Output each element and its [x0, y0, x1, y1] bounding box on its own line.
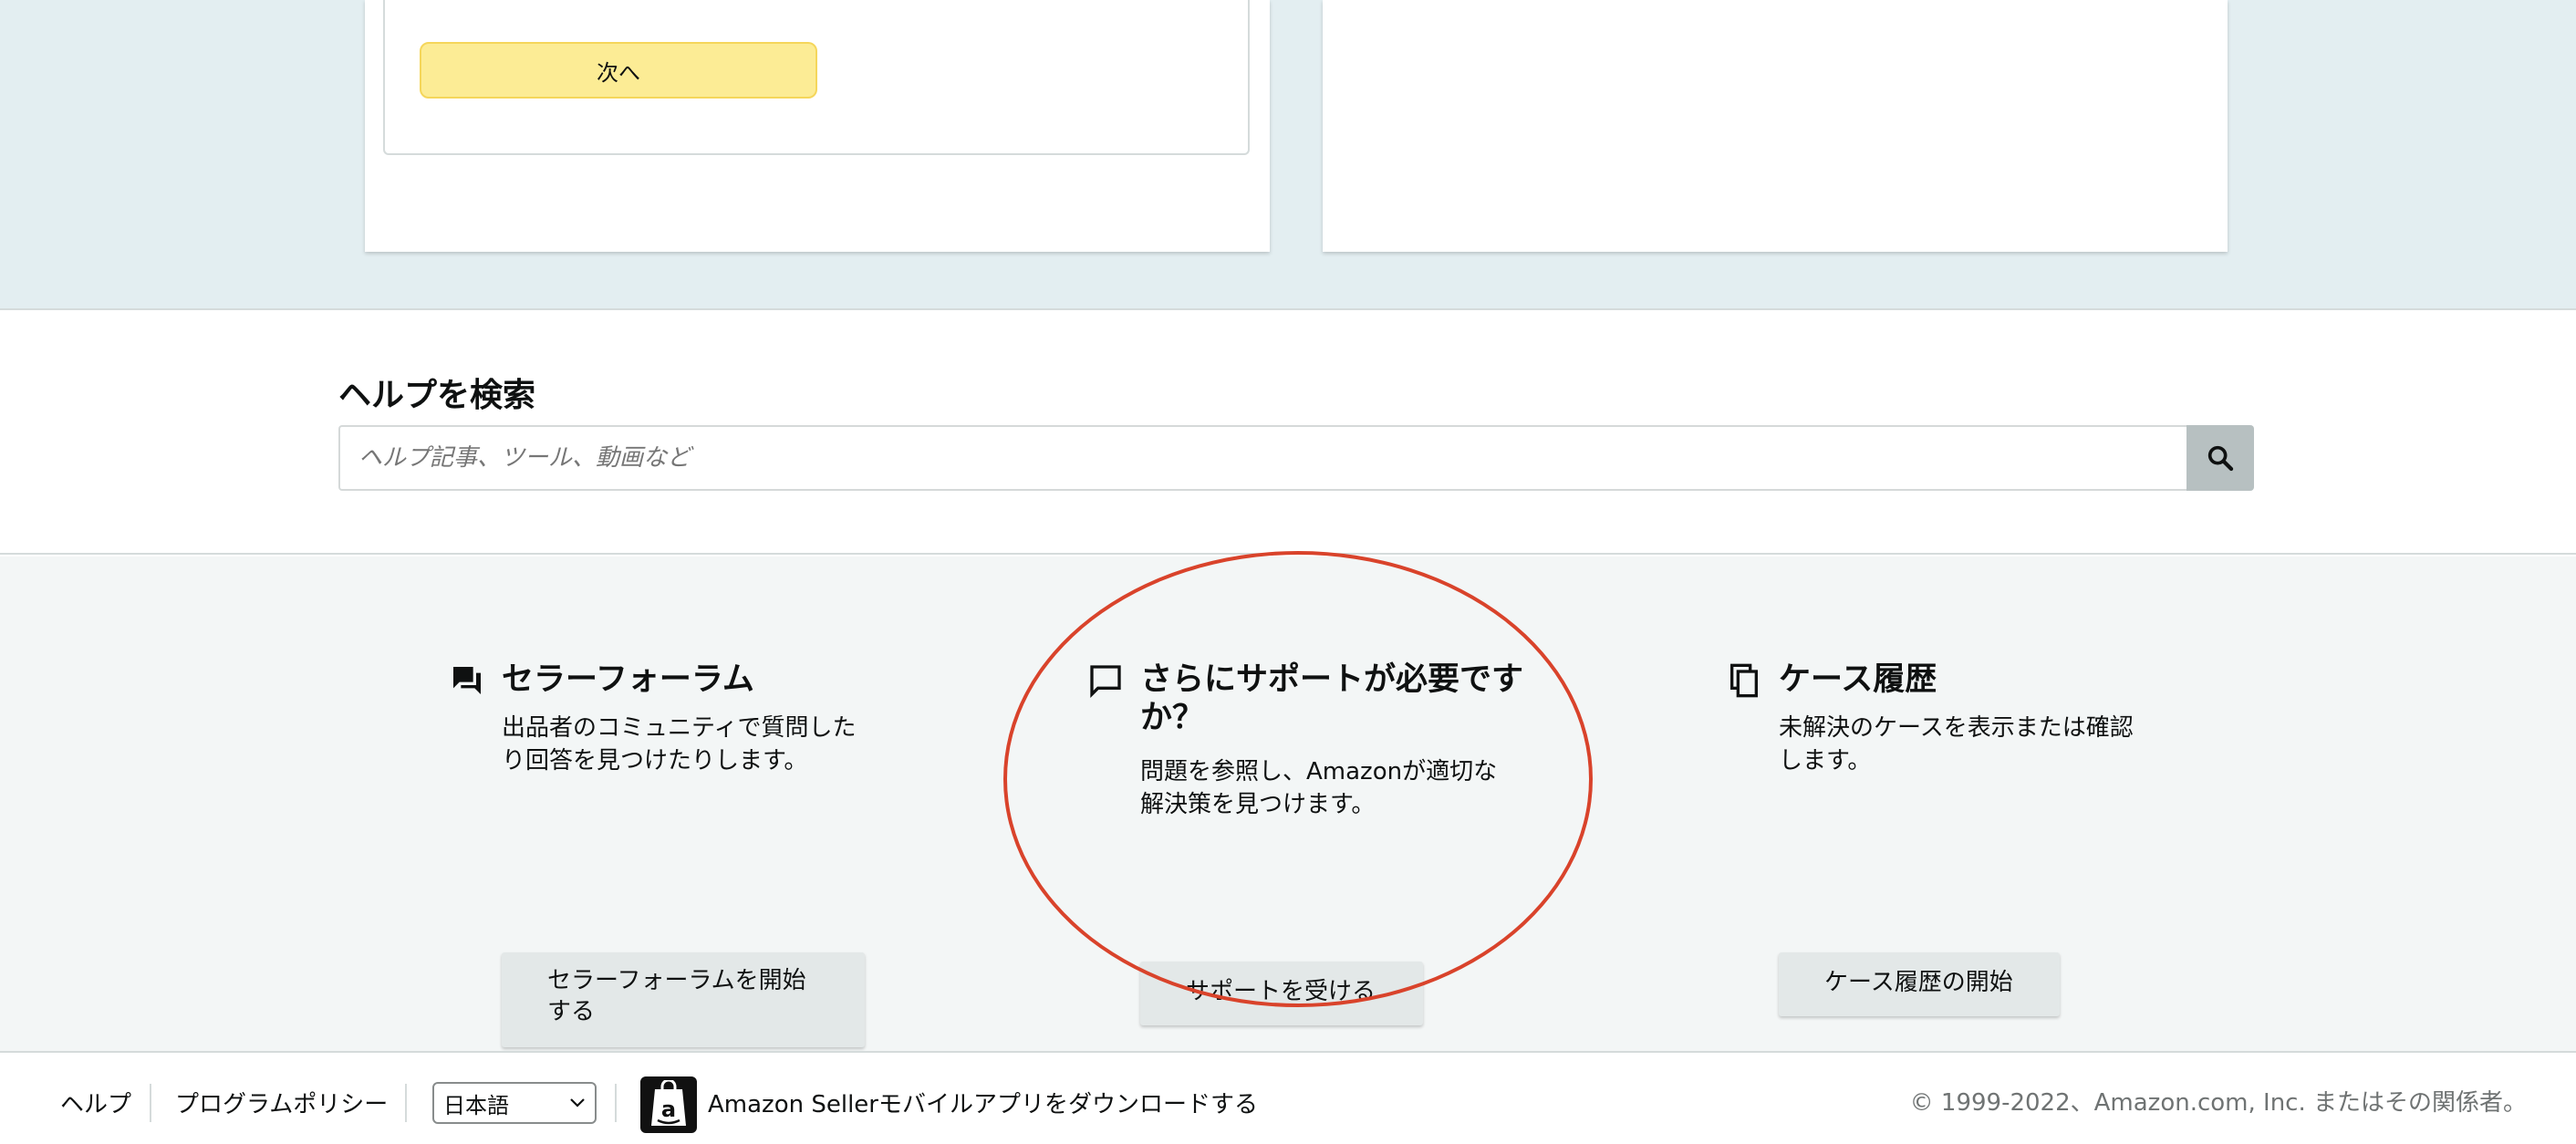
help-search-section: ヘルプを検索 [0, 312, 2576, 555]
language-select-value: 日本語 [443, 1092, 509, 1118]
footer-app-download-link[interactable]: Amazon Sellerモバイルアプリをダウンロードする [708, 1086, 1258, 1119]
start-seller-forum-button[interactable]: セラーフォーラムを開始する [502, 952, 865, 1047]
top-band: 次へ [0, 0, 2576, 310]
option-description: 問題を参照し、Amazonが適切な解決策を見つけます。 [1140, 758, 1498, 818]
copyright-text: © 1999-2022、Amazon.com, Inc. またはその関係者。 [1909, 1089, 2527, 1117]
search-icon [2207, 445, 2234, 472]
start-case-history-button[interactable]: ケース履歴の開始 [1779, 952, 2060, 1016]
svg-text:a: a [661, 1097, 676, 1122]
next-button[interactable]: 次へ [420, 42, 817, 99]
footer-divider [150, 1084, 151, 1122]
chat-bubble-icon [1090, 665, 1121, 699]
get-support-button[interactable]: サポートを受ける [1140, 962, 1423, 1025]
footer-program-policy-link[interactable]: プログラムポリシー [175, 1086, 388, 1119]
option-title: セラーフォーラム [502, 661, 754, 698]
footer: ヘルプ プログラムポリシー 日本語 a Amazon Sellerモバイルアプリ… [0, 1051, 2576, 1144]
support-options-band: セラーフォーラム 出品者のコミュニティで質問したり回答を見つけたりします。 セラ… [0, 556, 2576, 1051]
option-title: さらにサポートが必要ですか？ [1140, 661, 1524, 736]
option-title: ケース履歴 [1779, 661, 1937, 698]
footer-divider [615, 1084, 617, 1122]
help-search-title: ヘルプを検索 [338, 377, 536, 414]
chevron-down-icon [570, 1098, 585, 1108]
amazon-seller-app-icon[interactable]: a [640, 1076, 697, 1133]
forum-icon [453, 667, 481, 694]
help-search-input[interactable] [338, 425, 2186, 491]
option-description: 未解決のケースを表示または確認します。 [1779, 714, 2134, 775]
footer-divider [405, 1084, 407, 1122]
search-button[interactable] [2186, 425, 2254, 491]
option-description: 出品者のコミュニティで質問したり回答を見つけたりします。 [502, 714, 857, 775]
footer-help-link[interactable]: ヘルプ [60, 1086, 131, 1119]
form-box: 次へ [383, 0, 1250, 155]
form-panel: 次へ [365, 0, 1270, 252]
shopping-tag-icon: a [651, 1080, 686, 1126]
copy-icon [1730, 663, 1758, 698]
language-select[interactable]: 日本語 [432, 1082, 597, 1124]
side-panel [1323, 0, 2228, 252]
